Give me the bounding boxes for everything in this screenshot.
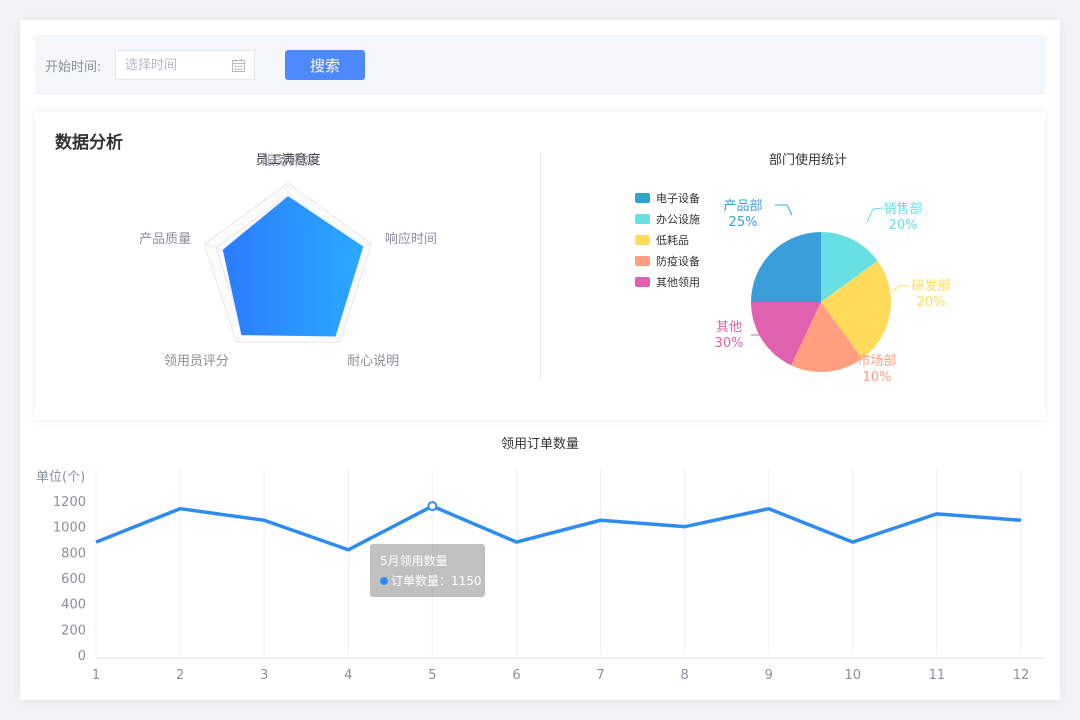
tooltip-row: 订单数量：1150	[380, 571, 482, 591]
y-tick-label: 1000	[53, 521, 86, 536]
radar-indicator-label: 领用员评分	[164, 354, 229, 369]
pie-slices	[751, 232, 891, 373]
pie-slice-percent: 20%	[889, 218, 918, 233]
x-tick-label: 3	[260, 668, 268, 683]
line-chart-title: 领用订单数量	[501, 437, 579, 452]
tooltip-dot	[380, 577, 388, 585]
line-grid	[95, 470, 1045, 659]
pie-slice-percent: 10%	[863, 370, 892, 385]
legend-label[interactable]: 办公设施	[656, 213, 700, 226]
x-tick-label: 7	[596, 668, 604, 683]
pie-label-leader	[775, 204, 793, 216]
radar-indicator-label: 耐心说明	[347, 354, 399, 369]
pie-slice[interactable]	[751, 232, 821, 302]
tooltip-title: 5月领用数量	[380, 554, 448, 568]
y-tick-label: 800	[61, 546, 86, 561]
x-tick-label: 4	[344, 668, 352, 683]
y-tick-label: 200	[61, 623, 86, 638]
pie-label-leader	[891, 285, 909, 293]
pie-slice-label: 其他	[716, 320, 742, 335]
pie-slice-percent: 25%	[729, 215, 758, 230]
pie-slice-percent: 20%	[917, 295, 946, 310]
x-tick-label: 5	[428, 668, 436, 683]
calendar-icon[interactable]	[232, 59, 245, 72]
y-tick-label: 400	[61, 598, 86, 613]
y-tick-label: 0	[78, 649, 86, 664]
filter-bar: 开始时间: 搜索	[35, 35, 1045, 95]
search-button[interactable]: 搜索	[285, 50, 365, 80]
line-highlight-point[interactable]	[427, 501, 438, 512]
highlight-point[interactable]	[427, 501, 438, 512]
pie-slice-label: 产品部	[723, 199, 762, 214]
legend-label[interactable]: 电子设备	[656, 191, 700, 205]
legend-swatch[interactable]	[635, 256, 650, 266]
y-axis-label: 单位(个)	[36, 470, 85, 485]
pie-slice-label: 销售部	[883, 201, 922, 217]
start-time-input[interactable]	[116, 51, 226, 79]
legend-label[interactable]: 防疫设备	[656, 254, 700, 268]
x-tick-label: 6	[512, 668, 520, 683]
page-container: 开始时间: 搜索 数据分析 员工满意度	[20, 20, 1060, 700]
tooltip-value: 1150	[451, 574, 482, 588]
line-series-orders[interactable]	[95, 504, 1022, 552]
pie-label-leader	[866, 207, 884, 223]
x-tick-label: 10	[845, 668, 862, 683]
pie-slice-label: 市场部	[857, 353, 896, 369]
x-tick-label: 2	[176, 668, 184, 683]
legend-label[interactable]: 其他领用	[656, 276, 700, 289]
radar-indicator-label: 响应时间	[385, 231, 437, 247]
pie-slice-percent: 30%	[715, 336, 744, 351]
x-tick-label: 9	[765, 668, 773, 683]
pie-slice-label: 研发部	[911, 278, 950, 294]
pie-chart-title: 部门使用统计	[769, 152, 847, 168]
line-tooltip: 5月领用数量 订单数量：1150	[370, 544, 485, 597]
y-tick-label: 1200	[53, 495, 86, 510]
legend-swatch[interactable]	[635, 193, 650, 203]
legend-swatch[interactable]	[635, 277, 650, 287]
x-tick-label: 11	[929, 668, 946, 683]
radar-indicator-label: 产品质量	[139, 232, 191, 247]
x-axis-ticks: 1 2 3 4 5 6 7 8 9 10 11 12	[92, 668, 1029, 683]
start-time-label: 开始时间:	[45, 60, 102, 75]
analysis-card: 数据分析 员工满意度 服务评价 响应时间 耐心说明 领用员评分 产品质量 部门使用统计 …	[35, 112, 1045, 420]
y-tick-label: 600	[61, 572, 86, 587]
x-tick-label: 8	[680, 668, 688, 683]
legend-swatch[interactable]	[635, 235, 650, 245]
legend-swatch[interactable]	[635, 214, 650, 224]
y-axis-ticks: 0 200 400 600 800 1000 1200	[53, 495, 86, 664]
radar-indicator-label: 服务评价	[262, 153, 314, 169]
start-time-picker[interactable]	[115, 50, 255, 80]
tooltip-label: 订单数量：	[391, 574, 452, 588]
legend-label[interactable]: 低耗品	[656, 234, 689, 247]
analysis-charts: 员工满意度 服务评价响应时间耐心说明领用员评分产品质量 部门使用统计 电子设备办…	[139, 152, 950, 385]
pie-legend[interactable]: 电子设备办公设施低耗品防疫设备其他领用	[635, 191, 700, 289]
x-tick-label: 1	[92, 668, 100, 683]
x-tick-label: 12	[1013, 668, 1030, 683]
